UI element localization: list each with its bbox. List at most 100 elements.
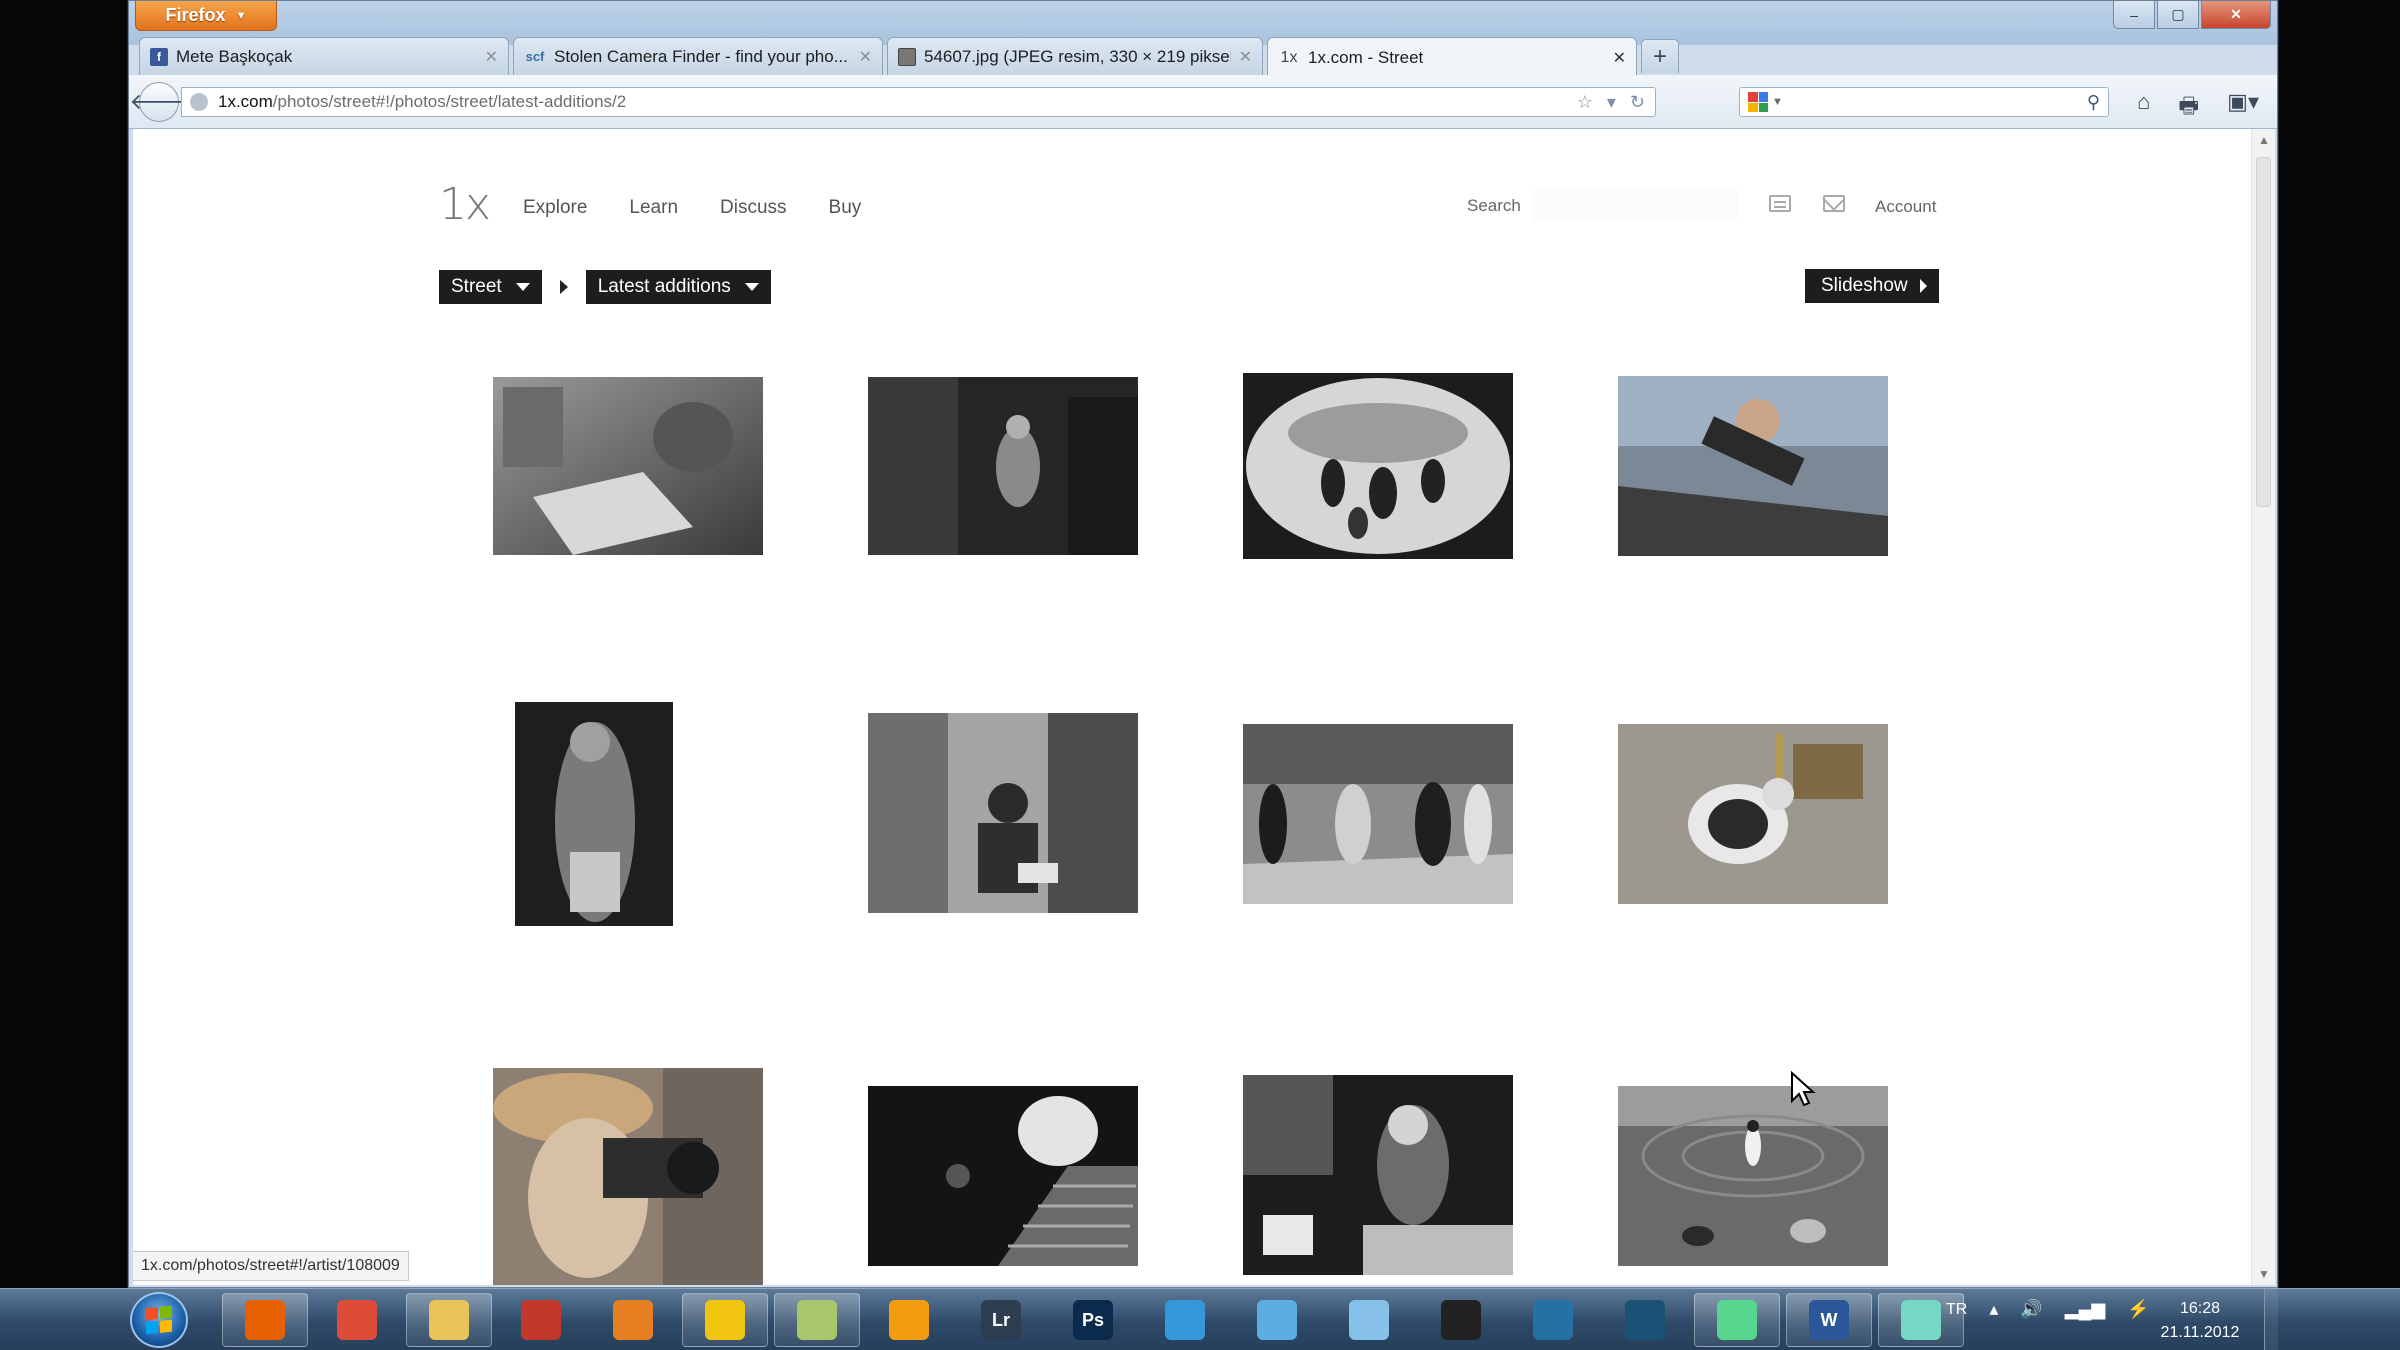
history-dropdown-icon[interactable]: ▾ xyxy=(1607,92,1616,113)
start-button[interactable] xyxy=(130,1292,188,1348)
photo-thumbnail[interactable] xyxy=(1243,373,1513,559)
taskbar-app-app-dark[interactable] xyxy=(1418,1293,1504,1347)
search-engine-box[interactable]: ▼ ⚲ xyxy=(1739,87,2109,117)
sort-label: Latest additions xyxy=(597,276,731,297)
minimize-button[interactable]: – xyxy=(2113,1,2155,29)
tab-jpeg-image[interactable]: 54607.jpg (JPEG resim, 330 × 219 piksel)… xyxy=(887,37,1263,75)
app-book-icon xyxy=(1901,1300,1941,1340)
url-path: /photos/street#!/photos/street/latest-ad… xyxy=(272,92,627,111)
hand-tool-icon xyxy=(705,1300,745,1340)
taskbar-app-network[interactable] xyxy=(1694,1293,1780,1347)
scroll-up-icon[interactable]: ▲ xyxy=(2258,133,2270,147)
nav-discuss[interactable]: Discuss xyxy=(720,197,787,219)
taskbar-app-globe[interactable] xyxy=(1510,1293,1596,1347)
search-icon[interactable]: ⚲ xyxy=(2087,92,2100,113)
show-hidden-icons-icon[interactable]: ▴ xyxy=(1989,1299,1998,1320)
taskbar-app-notes[interactable] xyxy=(774,1293,860,1347)
chevron-down-icon xyxy=(744,283,759,291)
window-controls: – ▢ ✕ xyxy=(2113,1,2271,29)
taskbar-app-photoshop[interactable]: Ps xyxy=(1050,1293,1136,1347)
taskbar-app-explorer[interactable] xyxy=(406,1293,492,1347)
lightroom-icon: Lr xyxy=(981,1300,1021,1340)
volume-icon[interactable]: 🔊 xyxy=(2020,1299,2042,1320)
taskbar-app-lightroom[interactable]: Lr xyxy=(958,1293,1044,1347)
firefox-menu-button[interactable]: Firefox ▼ xyxy=(135,1,277,31)
taskbar-app-viewer[interactable] xyxy=(1326,1293,1412,1347)
tab-1x-street[interactable]: 1x 1x.com - Street ✕ xyxy=(1267,37,1637,77)
print-icon[interactable]: 🖶 xyxy=(2178,89,2199,127)
mail-icon[interactable] xyxy=(1823,195,1845,212)
system-tray: TR ▴ 🔊 ▂▄▆ ⚡ xyxy=(1946,1299,2150,1320)
photo-thumbnail[interactable] xyxy=(1618,1086,1888,1266)
nav-explore[interactable]: Explore xyxy=(523,197,587,219)
chevron-down-icon: ▼ xyxy=(1772,96,1783,108)
close-tab-icon[interactable]: ✕ xyxy=(1239,47,1252,67)
vertical-scrollbar[interactable]: ▲ ▼ xyxy=(2251,129,2275,1285)
system-clock[interactable]: 16:28 21.11.2012 xyxy=(2154,1297,2246,1345)
network-signal-icon[interactable]: ▂▄▆ xyxy=(2065,1299,2105,1320)
taskbar-app-app-mail[interactable] xyxy=(1234,1293,1320,1347)
taskbar-app-hand-tool[interactable] xyxy=(682,1293,768,1347)
firefox-window: Firefox ▼ – ▢ ✕ f Mete Başkoçak ✕ scf St… xyxy=(128,0,2278,1288)
power-icon[interactable]: ⚡ xyxy=(2127,1299,2149,1320)
address-bar[interactable]: 1x.com /photos/street#!/photos/street/la… xyxy=(181,87,1656,117)
nav-buy[interactable]: Buy xyxy=(829,197,862,219)
taskbar-app-media-player[interactable] xyxy=(866,1293,952,1347)
show-desktop-button[interactable] xyxy=(2264,1289,2278,1350)
media-player-icon xyxy=(889,1300,929,1340)
tab-label: 1x.com - Street xyxy=(1308,47,1424,67)
search-input[interactable] xyxy=(1533,189,1738,221)
taskbar-app-word[interactable]: W xyxy=(1786,1293,1872,1347)
taskbar-app-firefox[interactable] xyxy=(222,1293,308,1347)
close-tab-icon[interactable]: ✕ xyxy=(859,47,872,67)
photo-thumbnail[interactable] xyxy=(1618,376,1888,556)
photo-thumbnail[interactable] xyxy=(868,1086,1138,1266)
photoshop-icon: Ps xyxy=(1073,1300,1113,1340)
sort-dropdown[interactable]: Latest additions xyxy=(585,270,771,304)
scroll-down-icon[interactable]: ▼ xyxy=(2258,1267,2270,1281)
account-link[interactable]: Account xyxy=(1875,197,1936,217)
photo-thumbnail[interactable] xyxy=(1243,724,1513,904)
back-button[interactable]: 🡐 xyxy=(130,82,189,122)
taskbar-app-app-blue-circle[interactable] xyxy=(1142,1293,1228,1347)
reload-icon[interactable]: ↻ xyxy=(1630,92,1645,113)
taskbar-app-chrome[interactable] xyxy=(314,1293,400,1347)
photo-thumbnail[interactable] xyxy=(493,377,763,555)
slideshow-button[interactable]: Slideshow xyxy=(1805,269,1939,303)
taskbar-app-app-red[interactable] xyxy=(498,1293,584,1347)
close-window-button[interactable]: ✕ xyxy=(2201,1,2271,29)
site-logo[interactable]: 1x xyxy=(439,179,491,230)
maximize-button[interactable]: ▢ xyxy=(2157,1,2199,29)
photo-thumbnail[interactable] xyxy=(868,713,1138,913)
tab-facebook[interactable]: f Mete Başkoçak ✕ xyxy=(139,37,509,75)
tab-stolen-camera-finder[interactable]: scf Stolen Camera Finder - find your pho… xyxy=(513,37,883,75)
photo-thumbnail[interactable] xyxy=(493,1068,763,1285)
tab-label: 54607.jpg (JPEG resim, 330 × 219 piksel) xyxy=(924,46,1231,66)
taskbar-app-app-pin[interactable] xyxy=(590,1293,676,1347)
screenshot-icon[interactable]: ▣▾ xyxy=(2227,89,2259,127)
close-tab-icon[interactable]: ✕ xyxy=(1613,48,1626,68)
app-lens-icon xyxy=(1625,1300,1665,1340)
photo-thumbnail[interactable] xyxy=(868,377,1138,555)
taskbar: Lr Ps W TR ▴ 🔊 ▂▄▆ ⚡ 16:28 21.11.2012 xyxy=(0,1288,2400,1350)
category-dropdown[interactable]: Street xyxy=(439,270,542,304)
word-icon: W xyxy=(1809,1300,1849,1340)
home-icon[interactable]: ⌂ xyxy=(2137,89,2150,127)
desktop: Firefox ▼ – ▢ ✕ f Mete Başkoçak ✕ scf St… xyxy=(0,0,2400,1350)
language-indicator[interactable]: TR xyxy=(1946,1301,1967,1319)
photo-thumbnail[interactable] xyxy=(515,702,673,926)
list-view-icon[interactable] xyxy=(1769,195,1791,212)
scrollbar-thumb[interactable] xyxy=(2256,157,2271,507)
google-icon[interactable] xyxy=(1748,92,1768,112)
explorer-icon xyxy=(429,1300,469,1340)
photo-thumbnail[interactable] xyxy=(1243,1075,1513,1275)
photo-thumbnail[interactable] xyxy=(1618,724,1888,904)
mouse-pointer-icon xyxy=(1791,1071,1816,1107)
app-mail-icon xyxy=(1257,1300,1297,1340)
nav-learn[interactable]: Learn xyxy=(629,197,678,219)
viewer-icon xyxy=(1349,1300,1389,1340)
taskbar-app-app-lens[interactable] xyxy=(1602,1293,1688,1347)
close-tab-icon[interactable]: ✕ xyxy=(485,47,498,67)
new-tab-button[interactable]: + xyxy=(1641,39,1679,73)
bookmark-star-icon[interactable]: ☆ xyxy=(1577,92,1593,113)
